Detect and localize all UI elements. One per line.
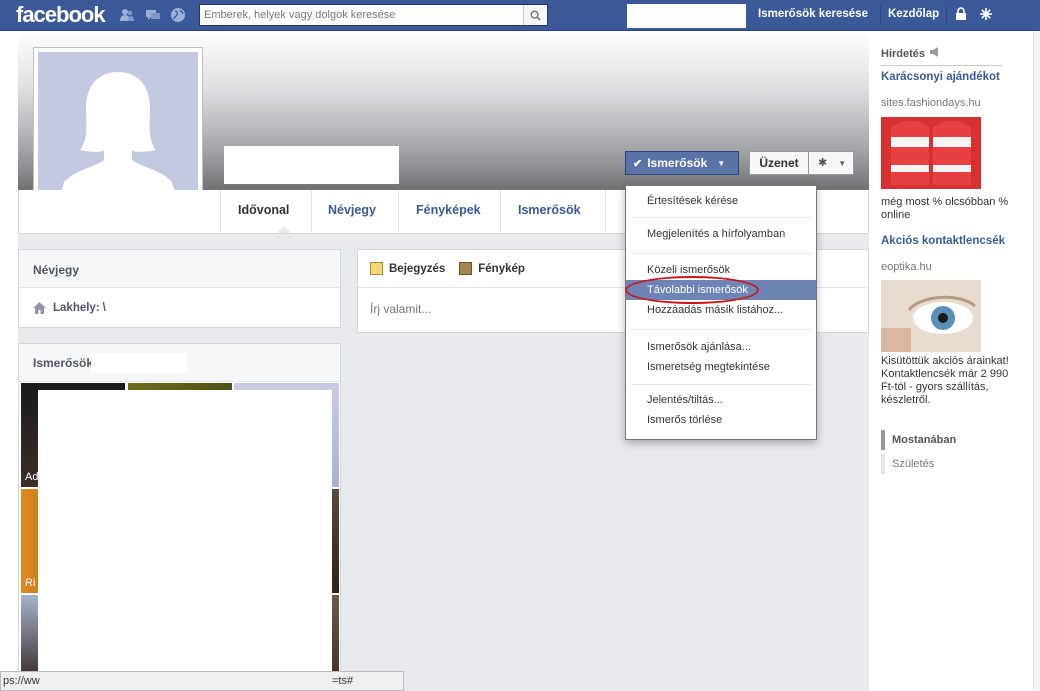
ad2-image[interactable] [881, 280, 981, 352]
right-sidebar: Hirdetés Karácsonyi ajándékot sites.fash… [869, 31, 1040, 691]
find-friends-link[interactable]: Ismerősök keresése [758, 8, 868, 20]
search-icon [530, 9, 541, 21]
menu-item-see-friendship[interactable]: Ismeretség megtekintése [626, 357, 816, 377]
message-button[interactable]: Üzenet [749, 151, 809, 175]
ad1-url[interactable]: sites.fashiondays.hu [881, 97, 981, 109]
active-tab-pointer [277, 226, 291, 233]
status-post-icon [370, 262, 383, 275]
friends-status-button[interactable]: ✔ Ismerősök ▼ [625, 151, 739, 175]
caret-down-icon: ▼ [838, 159, 847, 168]
redacted-user-box [627, 4, 746, 28]
left-gutter [0, 31, 18, 691]
caret-down-icon: ▼ [717, 158, 726, 168]
ad1-image[interactable] [881, 117, 981, 189]
about-box-title[interactable]: Névjegy [19, 250, 340, 288]
lives-in-label: Lakhely: [53, 302, 100, 314]
megaphone-icon [929, 47, 940, 60]
lives-in-value[interactable]: \ [103, 302, 106, 314]
ticker-title[interactable]: Mostanában [892, 434, 956, 446]
facebook-logo[interactable]: facebook [16, 2, 106, 28]
checkmark-icon: ✔ [633, 157, 643, 170]
status-url-left: ps://ww [3, 675, 40, 687]
page-scrollbar[interactable] [1033, 31, 1040, 691]
home-icon [33, 302, 46, 314]
default-avatar-icon [38, 52, 198, 212]
composer-post-tab[interactable]: Bejegyzés [389, 263, 445, 275]
ad2-title[interactable]: Akciós kontaktlencsék [881, 235, 1011, 248]
friend-count-redacted [91, 352, 188, 373]
ad1-text[interactable]: még most % olcsóbban % online [881, 196, 1011, 222]
tab-about[interactable]: Névjegy [328, 203, 376, 217]
menu-item-unfriend[interactable]: Ismerős törlése [626, 410, 816, 430]
menu-item-suggest-friends[interactable]: Ismerősök ajánlása... [626, 337, 816, 357]
friend-requests-icon[interactable] [119, 7, 135, 23]
ad2-url[interactable]: eoptika.hu [881, 261, 932, 273]
ticker-item[interactable]: Születés [892, 458, 934, 470]
profile-options-button[interactable]: ✱ ▼ [808, 151, 854, 175]
gear-icon: ✱ [818, 157, 828, 169]
lives-in-row: Lakhely: \ [19, 288, 340, 328]
friends-dropdown-menu: Értesítések kérése Megjelenítés a hírfol… [625, 185, 817, 440]
home-link[interactable]: Kezdőlap [888, 8, 939, 20]
search-box [199, 4, 548, 26]
friends-box-header: Ismerősök [19, 344, 340, 382]
friend-photo-caption: Ri [25, 577, 36, 589]
profile-name-redacted [224, 146, 399, 184]
menu-item-report-block[interactable]: Jelentés/tiltás... [626, 390, 816, 410]
friends-button-label: Ismerősök [647, 156, 708, 170]
privacy-shortcuts-icon[interactable] [953, 7, 969, 23]
search-input[interactable] [200, 5, 520, 25]
about-box: Névjegy Lakhely: \ [18, 249, 341, 328]
tab-timeline[interactable]: Idővonal [238, 203, 289, 217]
ad1-title[interactable]: Karácsonyi ajándékot [881, 71, 1011, 84]
redacted-photos-area [38, 390, 332, 691]
tab-friends[interactable]: Ismerősök [518, 203, 581, 217]
status-url-right: =ts# [332, 675, 354, 687]
annotation-red-ellipse [625, 276, 759, 304]
composer-photo-tab[interactable]: Fénykép [478, 263, 525, 275]
settings-gear-icon[interactable] [978, 7, 994, 23]
notifications-globe-icon[interactable] [170, 7, 186, 23]
tab-photos[interactable]: Fényképek [416, 203, 481, 217]
menu-item-show-in-newsfeed[interactable]: Megjelenítés a hírfolyamban [626, 224, 816, 244]
ads-header: Hirdetés [881, 47, 940, 60]
browser-status-bar: ps://ww =ts# [0, 671, 404, 691]
menu-item-add-to-list[interactable]: Hozzáadás másik listához... [626, 300, 816, 320]
search-button[interactable] [523, 5, 547, 25]
camera-icon [459, 262, 473, 275]
messages-icon[interactable] [145, 7, 161, 23]
friend-photo-caption: Ad [25, 471, 39, 483]
ad2-text[interactable]: Kisütöttük akciós árainkat! Kontaktlencs… [881, 355, 1011, 407]
menu-item-get-notifications[interactable]: Értesítések kérése [626, 191, 816, 211]
top-bar: facebook Ismerősök keresése Kezdőlap [0, 0, 1040, 31]
ads-title: Hirdetés [881, 47, 926, 60]
friends-box-title[interactable]: Ismerősök [33, 356, 93, 370]
